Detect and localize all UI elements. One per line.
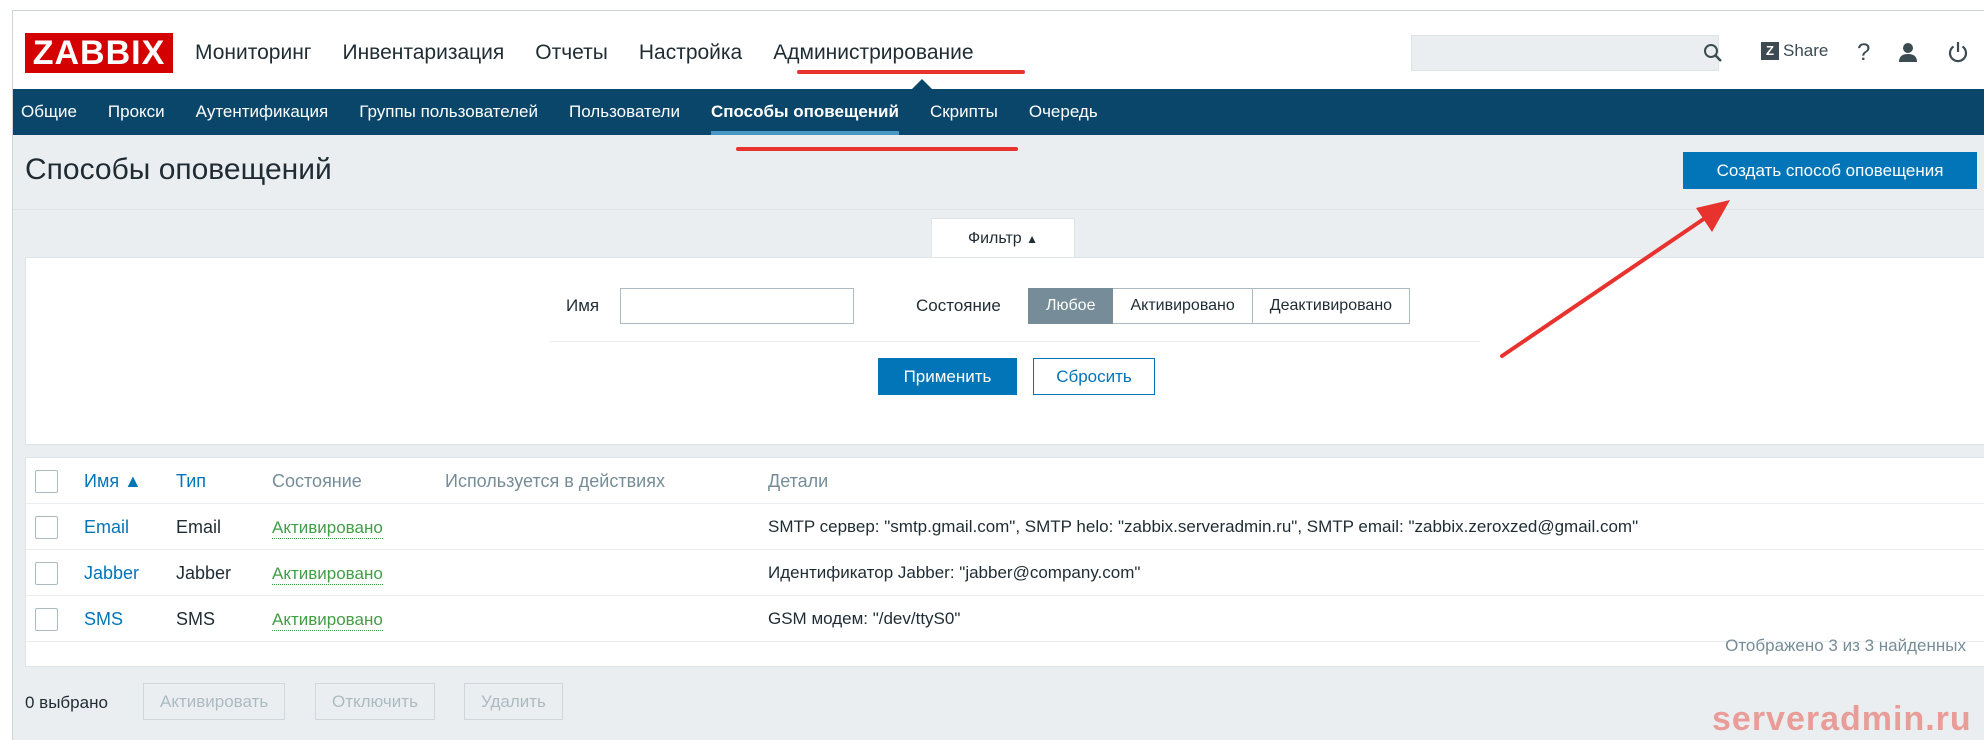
filter-reset-button[interactable]: Сбросить	[1033, 358, 1155, 395]
filter-state-label: Состояние	[916, 296, 1001, 315]
delete-button[interactable]: Удалить	[464, 683, 563, 720]
activate-button[interactable]: Активировать	[143, 683, 286, 720]
filter-state-segmented: Любое Активировано Деактивировано	[1028, 288, 1411, 324]
create-media-type-button[interactable]: Создать способ оповещения	[1683, 152, 1977, 189]
media-name-link[interactable]: Jabber	[84, 550, 139, 596]
select-all-checkbox[interactable]	[35, 470, 58, 493]
search-icon[interactable]	[1703, 43, 1723, 63]
header-name-sort[interactable]: Имя ▲	[84, 458, 142, 504]
header-type[interactable]: Тип	[176, 458, 206, 504]
subnav-media-types[interactable]: Способы оповещений	[710, 89, 899, 135]
top-header: ZABBIX Мониторинг Инвентаризация Отчеты …	[13, 11, 1984, 89]
table-row: Email Email Активировано SMTP сервер: "s…	[26, 504, 1984, 550]
status-toggle-link[interactable]: Активировано	[272, 564, 383, 585]
header-used-in-actions: Используется в действиях	[445, 471, 665, 491]
share-label: Share	[1783, 41, 1829, 60]
subnav-proxies[interactable]: Прокси	[108, 89, 165, 135]
selected-count: 0 выбрано	[25, 693, 108, 712]
state-option-any[interactable]: Любое	[1028, 288, 1114, 324]
status-toggle-link[interactable]: Активировано	[272, 610, 383, 631]
row-checkbox[interactable]	[35, 516, 58, 539]
row-checkbox[interactable]	[35, 608, 58, 631]
media-details-cell: Идентификатор Jabber: "jabber@company.co…	[768, 563, 1141, 582]
subnav-users[interactable]: Пользователи	[569, 89, 680, 135]
annotation-arrow-icon	[1500, 200, 1730, 358]
table-header-row: Имя ▲ Тип Состояние Используется в дейст…	[26, 458, 1984, 504]
media-types-table: Имя ▲ Тип Состояние Используется в дейст…	[25, 457, 1984, 667]
filter-tab-label: Фильтр	[967, 230, 1022, 247]
media-details-cell: SMTP сервер: "smtp.gmail.com", SMTP helo…	[768, 517, 1639, 536]
table-row: Jabber Jabber Активировано Идентификатор…	[26, 550, 1984, 596]
zabbix-logo[interactable]: ZABBIX	[25, 33, 173, 73]
filter-name-label: Имя	[566, 296, 600, 315]
media-type-cell: Email	[176, 517, 222, 537]
filter-name-input[interactable]	[620, 288, 854, 324]
active-menu-indicator	[912, 79, 932, 89]
state-option-disabled[interactable]: Деактивировано	[1252, 288, 1411, 324]
sub-navigation: Общие Прокси Аутентификация Группы польз…	[13, 89, 1984, 135]
disable-button[interactable]: Отключить	[315, 683, 435, 720]
annotation-underline-administration	[797, 70, 1025, 74]
subnav-authentication[interactable]: Аутентификация	[196, 89, 329, 135]
menu-administration[interactable]: Администрирование	[773, 37, 973, 69]
share-z-icon: Z	[1761, 42, 1779, 60]
menu-configuration[interactable]: Настройка	[639, 37, 742, 69]
filter-tab[interactable]: Фильтр ▲	[931, 218, 1075, 258]
table-results-count: Отображено 3 из 3 найденных	[1725, 636, 1966, 655]
menu-monitoring[interactable]: Мониторинг	[195, 37, 311, 69]
filter-collapse-arrow-icon: ▲	[1026, 232, 1039, 246]
subnav-queue[interactable]: Очередь	[1029, 89, 1098, 135]
filter-apply-button[interactable]: Применить	[878, 358, 1017, 395]
header-details: Детали	[768, 471, 829, 491]
share-button[interactable]: Z Share	[1761, 41, 1828, 61]
menu-reports[interactable]: Отчеты	[535, 37, 608, 69]
row-checkbox[interactable]	[35, 562, 58, 585]
user-profile-icon[interactable]	[1897, 41, 1919, 63]
page-title: Способы оповещений	[25, 153, 332, 186]
sign-out-power-icon[interactable]	[1947, 41, 1969, 63]
help-icon[interactable]: ?	[1857, 39, 1870, 67]
media-type-cell: Jabber	[176, 563, 232, 583]
subnav-scripts[interactable]: Скрипты	[930, 89, 998, 135]
annotation-underline-media-types	[736, 147, 1018, 151]
media-state-cell: Активировано	[272, 504, 383, 550]
main-menu: Мониторинг Инвентаризация Отчеты Настрой…	[195, 37, 1005, 69]
subnav-general[interactable]: Общие	[21, 89, 77, 135]
watermark-logo: serveradmin.ru	[1712, 700, 1972, 738]
media-name-link[interactable]: Email	[84, 504, 129, 550]
global-search-input[interactable]	[1411, 35, 1719, 71]
state-option-enabled[interactable]: Активировано	[1113, 288, 1253, 324]
status-toggle-link[interactable]: Активировано	[272, 518, 383, 539]
zabbix-window: ZABBIX Мониторинг Инвентаризация Отчеты …	[12, 10, 1984, 740]
header-state: Состояние	[272, 471, 362, 491]
media-state-cell: Активировано	[272, 550, 383, 596]
filter-divider	[550, 341, 1480, 342]
menu-inventory[interactable]: Инвентаризация	[342, 37, 504, 69]
subnav-user-groups[interactable]: Группы пользователей	[359, 89, 538, 135]
